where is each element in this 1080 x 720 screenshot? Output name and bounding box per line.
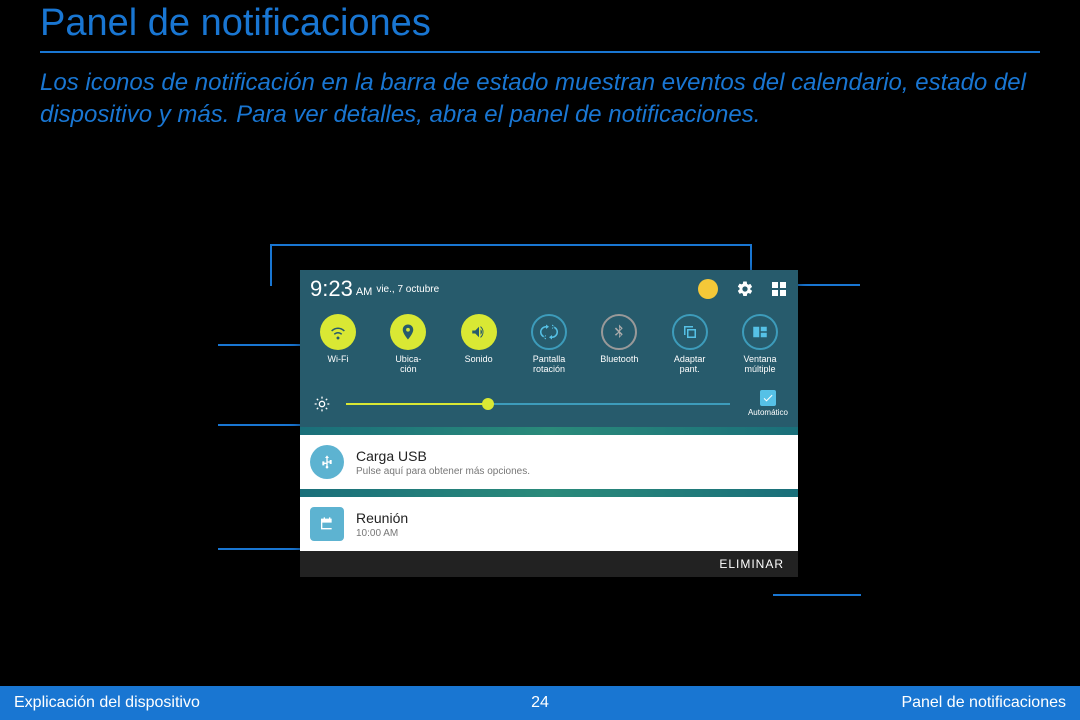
intro-text: Los iconos de notificación en la barra d… [0, 53, 1080, 132]
clock-ampm: AM [356, 286, 373, 298]
multiwindow-icon [742, 314, 778, 350]
toggle-label: Adaptarpant. [674, 354, 706, 374]
toggle-sound[interactable]: Sonido [449, 314, 509, 374]
toggle-label: Wi-Fi [328, 354, 349, 364]
background-strip [300, 489, 798, 497]
notification-item[interactable]: Reunión 10:00 AM [300, 497, 798, 551]
panel-header: 9:23 AM vie., 7 octubre [300, 270, 798, 306]
clock-date: vie., 7 octubre [376, 284, 439, 295]
wifi-icon [320, 314, 356, 350]
callout-line [218, 344, 300, 346]
toggle-wifi[interactable]: Wi-Fi [308, 314, 368, 374]
location-icon [390, 314, 426, 350]
background-strip [300, 427, 798, 435]
brightness-slider[interactable] [346, 403, 730, 405]
toggle-label: Pantallarotación [533, 354, 566, 374]
toggle-label: Bluetooth [600, 354, 638, 364]
callout-line [270, 244, 272, 286]
brightness-icon [314, 396, 330, 412]
user-avatar-icon[interactable] [698, 279, 718, 299]
notif-title: Reunión [356, 510, 408, 526]
toggle-label: Sonido [465, 354, 493, 364]
toggle-multiwindow[interactable]: Ventanamúltiple [730, 314, 790, 374]
sound-icon [461, 314, 497, 350]
slider-knob[interactable] [482, 398, 494, 410]
quick-toggles-row: Wi-Fi Ubica-ción Sonido [300, 306, 798, 384]
auto-label: Automático [748, 408, 788, 417]
grid-icon[interactable] [770, 280, 788, 298]
toggle-label: Ventanamúltiple [743, 354, 776, 374]
callout-line [773, 594, 861, 596]
usb-icon [310, 445, 344, 479]
smart-screen-icon [672, 314, 708, 350]
brightness-row: Automático [300, 384, 798, 427]
callout-line [218, 424, 300, 426]
bluetooth-icon [601, 314, 637, 350]
notification-item[interactable]: Carga USB Pulse aquí para obtener más op… [300, 435, 798, 489]
calendar-icon [310, 507, 344, 541]
clear-button[interactable]: ELIMINAR [300, 551, 798, 577]
auto-brightness[interactable]: Automático [748, 390, 788, 417]
notif-title: Carga USB [356, 448, 530, 464]
notif-subtext: Pulse aquí para obtener más opciones. [356, 466, 530, 477]
notification-panel: 9:23 AM vie., 7 octubre Wi-Fi [300, 270, 798, 577]
callout-line [798, 284, 860, 286]
page-title: Panel de notificaciones [0, 0, 1080, 51]
checkbox-checked-icon [760, 390, 776, 406]
clock-time: 9:23 [310, 276, 353, 302]
toggle-smart-screen[interactable]: Adaptarpant. [660, 314, 720, 374]
toggle-location[interactable]: Ubica-ción [378, 314, 438, 374]
page-footer: Explicación del dispositivo 24 Panel de … [0, 686, 1080, 720]
settings-icon[interactable] [736, 280, 754, 298]
callout-line [270, 244, 750, 246]
rotation-icon [531, 314, 567, 350]
toggle-label: Ubica-ción [395, 354, 421, 374]
toggle-bluetooth[interactable]: Bluetooth [589, 314, 649, 374]
notif-subtext: 10:00 AM [356, 528, 408, 539]
toggle-rotation[interactable]: Pantallarotación [519, 314, 579, 374]
callout-line [218, 548, 300, 550]
footer-page-number: 24 [0, 694, 1080, 712]
